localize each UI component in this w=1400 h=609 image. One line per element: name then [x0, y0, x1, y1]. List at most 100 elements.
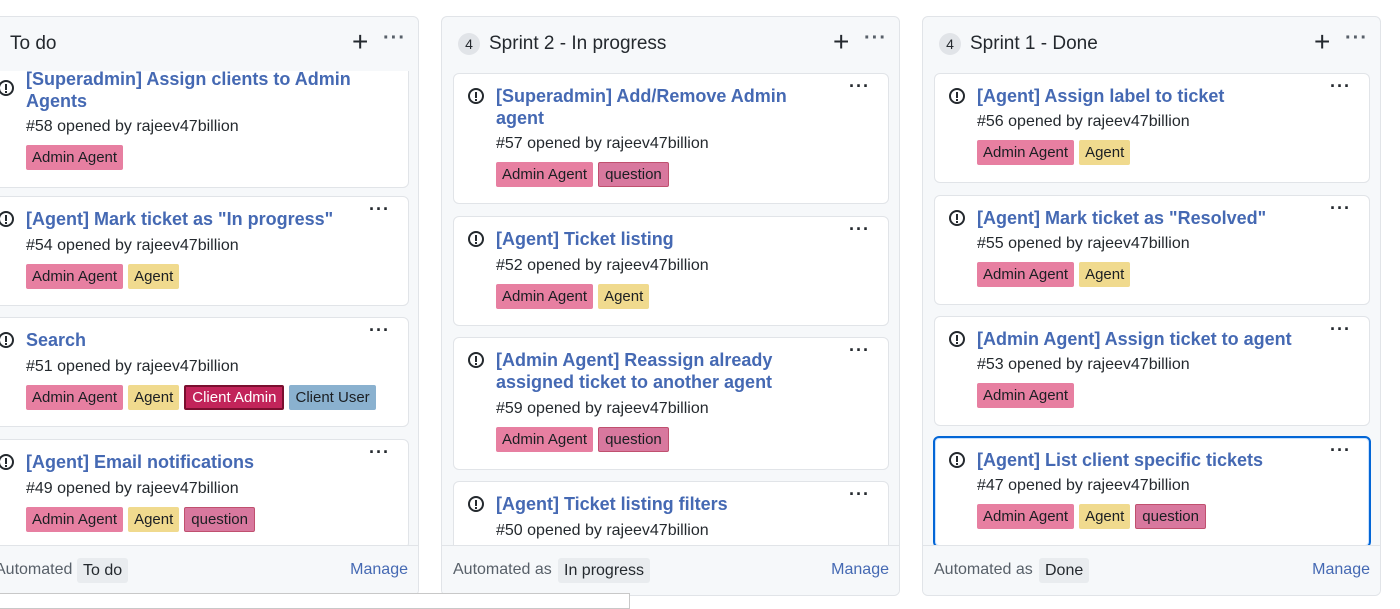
card-52[interactable]: [Agent] Ticket listing ··· #52 opened by…	[453, 216, 889, 326]
labels: Admin Agent Agent Client Admin Client Us…	[26, 385, 376, 410]
card-menu-icon[interactable]: ···	[849, 219, 870, 240]
manage-automation-link[interactable]: Manage	[350, 561, 408, 579]
label-agent[interactable]: Agent	[1079, 140, 1131, 165]
card-58[interactable]: [Superadmin] Assign clients to Admin Age…	[0, 71, 409, 188]
add-card-icon[interactable]: +	[1314, 28, 1330, 56]
card-menu-icon[interactable]: ···	[849, 484, 870, 505]
label-question[interactable]: question	[598, 427, 669, 452]
column-menu-icon[interactable]: ···	[1345, 27, 1368, 50]
label-client-user[interactable]: Client User	[289, 385, 376, 410]
card-title[interactable]: [Agent] List client specific tickets	[977, 449, 1319, 471]
card-title[interactable]: [Superadmin] Add/Remove Admin agent	[496, 85, 838, 129]
card-54[interactable]: [Agent] Mark ticket as "In progress" ···…	[0, 196, 409, 306]
card-51[interactable]: Search ··· #51 opened by rajeev47billion…	[0, 317, 409, 427]
card-menu-icon[interactable]: ···	[369, 199, 390, 220]
automation-state: Done	[1039, 558, 1090, 583]
status-tooltip	[0, 593, 630, 609]
column-menu-icon[interactable]: ···	[383, 27, 406, 50]
card-56[interactable]: [Agent] Assign label to ticket ··· #56 o…	[934, 73, 1370, 183]
label-admin-agent[interactable]: Admin Agent	[26, 145, 124, 170]
labels: Admin Agent	[977, 383, 1075, 408]
card-menu-icon[interactable]: ···	[849, 340, 870, 361]
label-agent[interactable]: Agent	[1079, 262, 1131, 287]
column-footer: Automated as To do Manage	[0, 545, 418, 595]
labels: Admin Agent	[26, 145, 124, 170]
issue-opened-icon	[468, 496, 484, 512]
card-menu-icon[interactable]: ···	[1330, 198, 1351, 219]
label-question[interactable]: question	[598, 162, 669, 187]
card-title[interactable]: [Agent] Assign label to ticket	[977, 85, 1319, 107]
card-meta: #56 opened by rajeev47billion	[977, 113, 1190, 130]
card-count-badge: 4	[939, 33, 961, 55]
labels: Admin Agent Agent	[977, 262, 1131, 287]
card-53[interactable]: [Admin Agent] Assign ticket to agent ···…	[934, 316, 1370, 426]
add-card-icon[interactable]: +	[833, 28, 849, 56]
labels: Admin Agent Agent	[977, 140, 1131, 165]
issue-opened-icon	[0, 454, 14, 470]
label-question[interactable]: question	[1135, 504, 1206, 529]
label-admin-agent[interactable]: Admin Agent	[977, 262, 1075, 287]
card-57[interactable]: [Superadmin] Add/Remove Admin agent ··· …	[453, 73, 889, 204]
label-admin-agent[interactable]: Admin Agent	[977, 504, 1075, 529]
card-title[interactable]: [Admin Agent] Assign ticket to agent	[977, 328, 1319, 350]
column-menu-icon[interactable]: ···	[864, 27, 887, 50]
label-agent[interactable]: Agent	[128, 507, 180, 532]
card-50[interactable]: [Agent] Ticket listing filters ··· #50 o…	[453, 481, 889, 546]
labels: Admin Agent question	[496, 162, 669, 187]
column-title: Sprint 1 - Done	[970, 33, 1098, 54]
card-menu-icon[interactable]: ···	[849, 76, 870, 97]
label-question[interactable]: question	[184, 507, 255, 532]
card-count-badge: 4	[458, 33, 480, 55]
card-meta: #58 opened by rajeev47billion	[26, 118, 239, 135]
card-title[interactable]: [Agent] Mark ticket as "In progress"	[26, 208, 358, 230]
card-meta: #49 opened by rajeev47billion	[26, 480, 239, 497]
issue-opened-icon	[949, 452, 965, 468]
label-agent[interactable]: Agent	[1079, 504, 1131, 529]
card-menu-icon[interactable]: ···	[1330, 76, 1351, 97]
manage-automation-link[interactable]: Manage	[1312, 561, 1370, 579]
label-admin-agent[interactable]: Admin Agent	[977, 140, 1075, 165]
issue-opened-icon	[468, 88, 484, 104]
label-agent[interactable]: Agent	[128, 264, 180, 289]
card-47[interactable]: [Agent] List client specific tickets ···…	[933, 436, 1371, 546]
card-59[interactable]: [Admin Agent] Reassign already assigned …	[453, 337, 889, 470]
card-menu-icon[interactable]: ···	[1330, 440, 1351, 461]
card-menu-icon[interactable]: ···	[369, 71, 390, 77]
card-title[interactable]: [Agent] Ticket listing filters	[496, 493, 838, 515]
card-meta: #57 opened by rajeev47billion	[496, 135, 709, 152]
card-menu-icon[interactable]: ···	[369, 320, 390, 341]
card-title[interactable]: [Admin Agent] Reassign already assigned …	[496, 349, 838, 393]
label-agent[interactable]: Agent	[598, 284, 650, 309]
card-title[interactable]: [Agent] Mark ticket as "Resolved"	[977, 207, 1319, 229]
card-title[interactable]: [Agent] Email notifications	[26, 451, 358, 473]
cards-list: [Agent] Assign label to ticket ··· #56 o…	[923, 71, 1380, 546]
add-card-icon[interactable]: +	[352, 28, 368, 56]
label-admin-agent[interactable]: Admin Agent	[977, 383, 1075, 408]
label-client-admin[interactable]: Client Admin	[184, 385, 285, 410]
labels: Admin Agent Agent	[496, 284, 650, 309]
card-title[interactable]: [Agent] Ticket listing	[496, 228, 838, 250]
card-title[interactable]: Search	[26, 329, 358, 351]
labels: Admin Agent Agent	[26, 264, 180, 289]
manage-automation-link[interactable]: Manage	[831, 561, 889, 579]
column-header: 4 Sprint 1 - Done + ···	[923, 17, 1380, 71]
card-menu-icon[interactable]: ···	[369, 442, 390, 463]
column-title: To do	[10, 33, 57, 54]
card-meta: #47 opened by rajeev47billion	[977, 477, 1190, 494]
label-admin-agent[interactable]: Admin Agent	[496, 162, 594, 187]
card-meta: #51 opened by rajeev47billion	[26, 358, 239, 375]
label-admin-agent[interactable]: Admin Agent	[496, 427, 594, 452]
column-title: Sprint 2 - In progress	[489, 33, 667, 54]
label-agent[interactable]: Agent	[128, 385, 180, 410]
column-footer: Automated as In progress Manage	[442, 545, 899, 595]
label-admin-agent[interactable]: Admin Agent	[26, 264, 124, 289]
label-admin-agent[interactable]: Admin Agent	[496, 284, 594, 309]
card-55[interactable]: [Agent] Mark ticket as "Resolved" ··· #5…	[934, 195, 1370, 305]
card-title[interactable]: [Superadmin] Assign clients to Admin Age…	[26, 71, 358, 112]
card-49[interactable]: [Agent] Email notifications ··· #49 open…	[0, 439, 409, 546]
column-footer: Automated as Done Manage	[923, 545, 1380, 595]
card-menu-icon[interactable]: ···	[1330, 319, 1351, 340]
labels: Admin Agent Agent question	[977, 504, 1206, 529]
label-admin-agent[interactable]: Admin Agent	[26, 385, 124, 410]
label-admin-agent[interactable]: Admin Agent	[26, 507, 124, 532]
